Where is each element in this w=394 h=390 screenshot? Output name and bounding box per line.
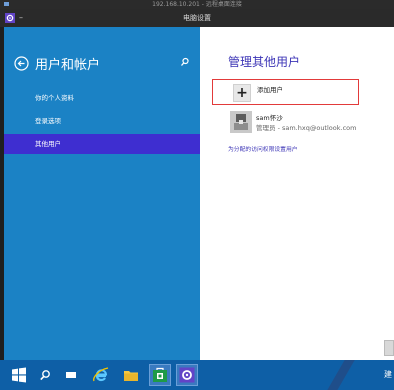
left-nav-pane: 用户和帐户 你的个人资料 登录选项 其他用户: [4, 27, 200, 360]
internet-explorer-icon[interactable]: [90, 364, 112, 386]
nav-item-other-users[interactable]: 其他用户: [4, 134, 200, 154]
app-title: 电脑设置: [183, 14, 211, 22]
taskbar-decoration: [314, 360, 364, 390]
plus-icon: +: [233, 84, 251, 102]
account-name: sam怀沙: [256, 114, 283, 122]
page-title: 用户和帐户: [35, 57, 101, 73]
account-subtitle: 管理员 - sam.hxq@outlook.com: [256, 124, 357, 132]
search-taskbar-icon[interactable]: [34, 364, 56, 386]
nav-item-sign-in-options[interactable]: 登录选项: [4, 111, 200, 131]
add-user-button[interactable]: + 添加用户: [212, 79, 359, 105]
remote-desktop-bar: 192.168.10.201 - 远程桌面连接: [0, 0, 394, 9]
pane-header: 用户和帐户: [14, 53, 190, 73]
taskbar: 建: [0, 360, 394, 390]
assigned-access-link[interactable]: 为分配的访问权限设置用户: [228, 144, 298, 153]
add-user-label: 添加用户: [257, 86, 283, 94]
avatar: [230, 111, 252, 133]
start-windows-icon[interactable]: [8, 364, 30, 386]
section-title: 管理其他用户: [228, 55, 301, 69]
tray-text[interactable]: 建: [384, 369, 392, 380]
task-view-icon[interactable]: [60, 364, 82, 386]
back-arrow-icon[interactable]: [14, 55, 29, 71]
account-item[interactable]: sam怀沙 管理员 - sam.hxq@outlook.com: [230, 111, 394, 133]
file-explorer-icon[interactable]: [120, 364, 142, 386]
remote-desktop-title: 192.168.10.201 - 远程桌面连接: [152, 1, 242, 8]
search-icon[interactable]: [180, 57, 190, 67]
nav-item-profile[interactable]: 你的个人资料: [4, 88, 200, 108]
store-icon[interactable]: [149, 364, 171, 386]
content-pane: 管理其他用户 + 添加用户 sam怀沙 管理员 - sam.hxq@outloo…: [200, 27, 394, 360]
scrollbar-thumb[interactable]: [384, 340, 394, 356]
app-titlebar: – 电脑设置: [0, 9, 394, 27]
pc-settings-icon[interactable]: [176, 364, 198, 386]
